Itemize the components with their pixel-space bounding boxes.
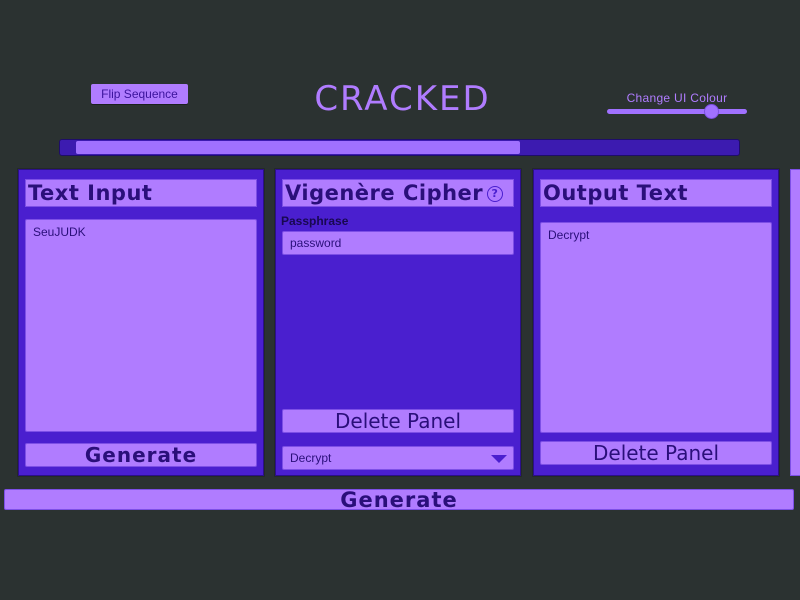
text-input-panel: Text Input SeuJUDK Generate xyxy=(18,169,264,476)
panel-generate-button[interactable]: Generate xyxy=(25,443,257,467)
ui-colour-slider[interactable] xyxy=(607,109,747,114)
main-generate-button[interactable]: Generate xyxy=(4,489,794,511)
panel-title: Text Input xyxy=(25,179,257,207)
app-title: CRACKED xyxy=(314,79,491,119)
change-ui-colour-label: Change UI Colour xyxy=(626,91,728,105)
mode-dropdown[interactable]: Decrypt xyxy=(282,446,514,470)
text-input-area[interactable]: SeuJUDK xyxy=(25,219,257,432)
ui-colour-slider-handle[interactable] xyxy=(704,104,719,119)
vigenere-cipher-panel: Vigenère Cipher ? Passphrase password De… xyxy=(275,169,521,476)
panel-title-text: Vigenère Cipher xyxy=(285,181,484,205)
delete-panel-button[interactable]: Delete Panel xyxy=(282,409,514,433)
panel-title: Vigenère Cipher ? xyxy=(282,179,514,207)
passphrase-label: Passphrase xyxy=(281,214,349,228)
mode-dropdown-value: Decrypt xyxy=(290,451,332,465)
output-text-panel: Output Text Decrypt Delete Panel xyxy=(533,169,779,476)
passphrase-input[interactable]: password xyxy=(282,231,514,255)
help-icon[interactable]: ? xyxy=(487,186,503,202)
chevron-down-icon xyxy=(491,455,507,463)
delete-panel-button[interactable]: Delete Panel xyxy=(540,441,772,465)
output-text-area: Decrypt xyxy=(540,222,772,433)
panel-title: Output Text xyxy=(540,179,772,207)
progress-bar xyxy=(59,139,740,156)
flip-sequence-button[interactable]: Flip Sequence xyxy=(91,84,188,104)
next-panel-edge xyxy=(790,169,800,476)
progress-fill xyxy=(76,141,520,154)
